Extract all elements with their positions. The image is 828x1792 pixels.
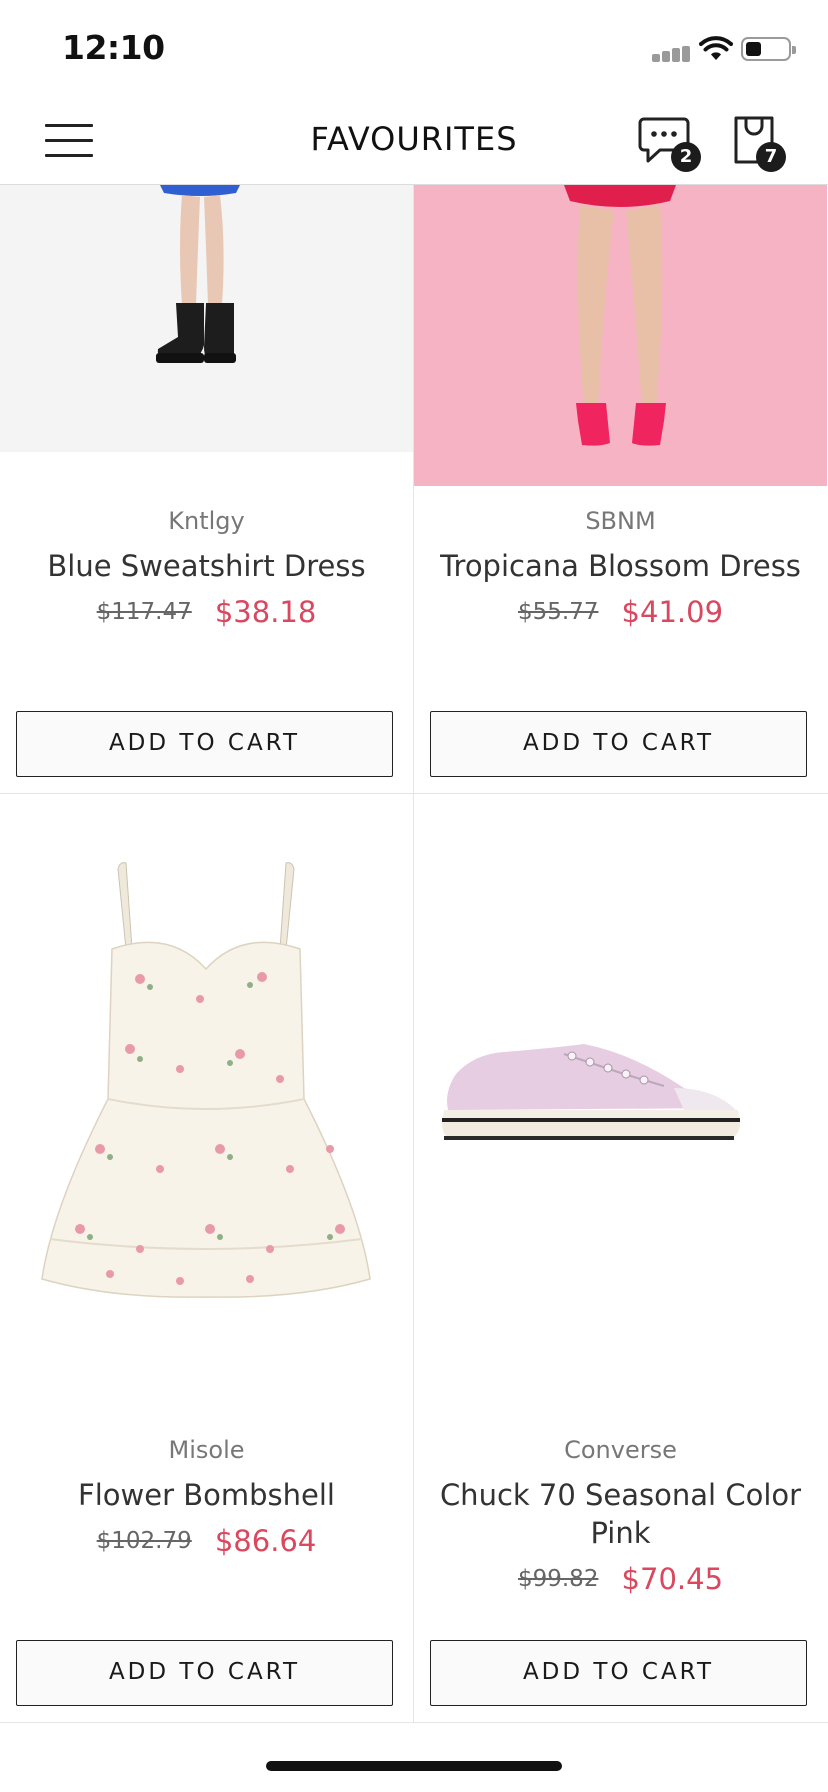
product-prices: $99.82 $70.45 [414,1562,827,1596]
original-price: $55.77 [517,599,599,625]
product-brand: Kntlgy [168,507,245,535]
app-header: FAVOURITES 2 7 [0,100,828,185]
product-name[interactable]: Flower Bombshell [20,1476,393,1514]
product-prices: $102.79 $86.64 [0,1524,413,1558]
sale-price: $38.18 [214,595,317,629]
product-image[interactable] [0,849,413,1349]
add-to-cart-button[interactable]: ADD TO CART [16,711,393,777]
add-to-cart-button[interactable]: ADD TO CART [16,1640,393,1706]
status-time: 12:10 [62,28,165,67]
product-image[interactable] [414,1014,827,1214]
sale-price: $41.09 [621,595,724,629]
sale-price: $86.64 [214,1524,317,1558]
original-price: $102.79 [96,1528,192,1554]
product-image[interactable] [414,185,827,486]
product-brand: Converse [564,1436,677,1464]
product-brand: SBNM [585,507,656,535]
cellular-signal-icon [652,46,692,62]
messages-count-badge: 2 [671,142,701,172]
product-card[interactable]: SBNM Tropicana Blossom Dress $55.77 $41.… [414,185,827,793]
product-card[interactable]: Misole Flower Bombshell $102.79 $86.64 A… [0,794,413,1722]
battery-icon [741,37,796,61]
sale-price: $70.45 [621,1562,724,1596]
product-image[interactable] [0,185,413,452]
original-price: $99.82 [517,1566,599,1592]
home-indicator[interactable] [266,1761,562,1771]
original-price: $117.47 [96,599,192,625]
grid-divider-bottom [0,1722,828,1723]
product-name[interactable]: Blue Sweatshirt Dress [20,547,393,585]
product-name[interactable]: Tropicana Blossom Dress [434,547,807,585]
product-prices: $55.77 $41.09 [414,595,827,629]
add-to-cart-button[interactable]: ADD TO CART [430,1640,807,1706]
cart-count-badge: 7 [756,142,786,172]
product-prices: $117.47 $38.18 [0,595,413,629]
status-bar: 12:10 [0,0,828,100]
product-card[interactable]: Kntlgy Blue Sweatshirt Dress $117.47 $38… [0,185,413,793]
product-card[interactable]: Converse Chuck 70 Seasonal Color Pink $9… [414,794,827,1722]
wifi-icon [699,36,733,60]
messages-button[interactable]: 2 [638,114,704,174]
add-to-cart-button[interactable]: ADD TO CART [430,711,807,777]
product-brand: Misole [168,1436,245,1464]
product-name[interactable]: Chuck 70 Seasonal Color Pink [434,1476,807,1552]
shopping-bag-button[interactable]: 7 [728,112,792,174]
